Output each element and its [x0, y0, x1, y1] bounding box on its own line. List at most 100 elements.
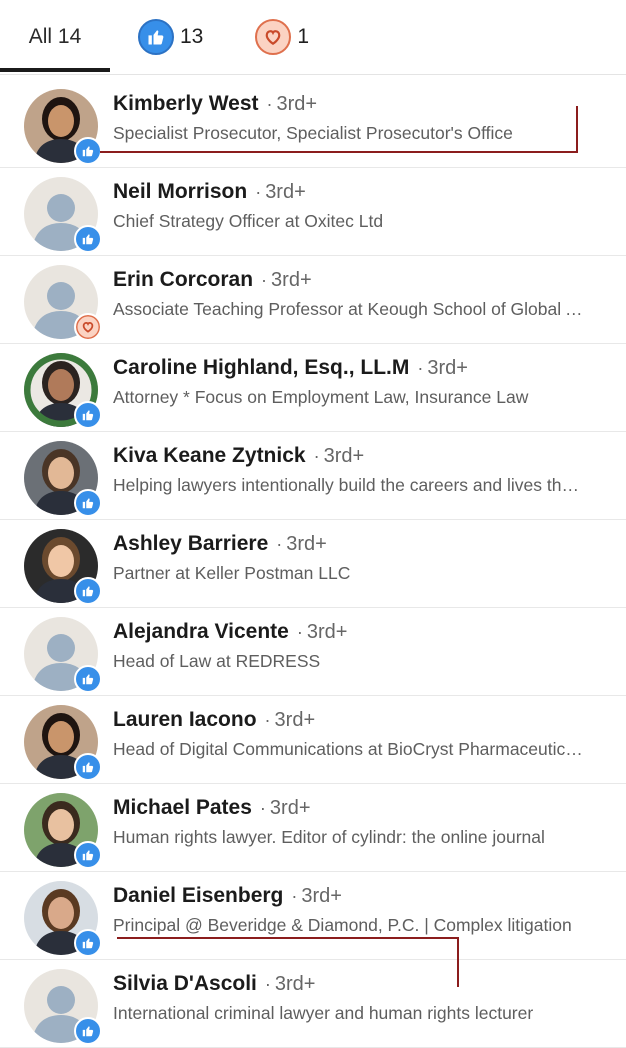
list-item[interactable]: Ashley Barriere · 3rd+ Partner at Keller P…: [0, 520, 626, 608]
person-headline: Specialist Prosecutor, Specialist Prosec…: [113, 123, 513, 143]
connection-degree: 3rd+: [323, 445, 365, 467]
connection-degree: 3rd+: [274, 709, 316, 731]
thumbs-up-icon: [74, 137, 102, 165]
tab-like[interactable]: 13: [138, 0, 203, 74]
avatar-container[interactable]: [24, 265, 102, 341]
connection-degree: 3rd+: [286, 533, 327, 555]
tab-all[interactable]: All 14: [0, 0, 110, 74]
thumbs-up-icon: [74, 401, 102, 429]
thumbs-up-icon: [74, 225, 102, 253]
thumbs-up-icon: [74, 489, 102, 517]
list-item[interactable]: Erin Corcoran · 3rd+ Associate Teaching Pr…: [0, 256, 626, 344]
list-item[interactable]: Kiva Keane Zytnick · 3rd+ Helping lawyers …: [0, 432, 626, 520]
separator-dot: ·: [291, 886, 298, 906]
tab-love-count: 1: [297, 25, 310, 48]
list-item[interactable]: Lauren Iacono · 3rd+ Head of Digital Commu…: [0, 696, 626, 784]
annotation-line: [117, 937, 459, 939]
annotation-line: [457, 937, 459, 987]
person-name[interactable]: Lauren Iacono: [113, 708, 257, 731]
person-headline: Partner at Keller Postman LLC: [113, 563, 351, 583]
annotation-line: [100, 151, 578, 153]
connection-degree: 3rd+: [269, 797, 311, 819]
name-line: Neil Morrison · 3rd+: [113, 180, 306, 204]
separator-dot: ·: [255, 182, 262, 202]
avatar-container[interactable]: [24, 441, 102, 517]
name-line: Silvia D'Ascoli · 3rd+: [113, 972, 315, 996]
person-name[interactable]: Kimberly West: [113, 92, 259, 115]
thumbs-up-icon: [74, 665, 102, 693]
person-headline: Principal @ Beveridge & Diamond, P.C. | …: [113, 915, 572, 935]
person-name[interactable]: Silvia D'Ascoli: [113, 972, 257, 995]
list-item[interactable]: Michael Pates · 3rd+ Human rights lawyer. …: [0, 784, 626, 872]
person-name[interactable]: Caroline Highland, Esq., LL.M: [113, 356, 409, 379]
person-name[interactable]: Daniel Eisenberg: [113, 884, 283, 907]
connection-degree: 3rd+: [306, 621, 348, 643]
name-line: Kimberly West · 3rd+: [113, 92, 317, 116]
separator-dot: ·: [276, 534, 283, 554]
avatar-container[interactable]: [24, 793, 102, 869]
connection-degree: 3rd+: [271, 269, 312, 291]
list-item[interactable]: Caroline Highland, Esq., LL.M · 3rd+ Attor…: [0, 344, 626, 432]
name-line: Kiva Keane Zytnick · 3rd+: [113, 444, 364, 468]
reactor-list: Kimberly West · 3rd+ Specialist Prosecutor…: [0, 80, 626, 1048]
tab-love[interactable]: 1: [255, 0, 309, 74]
list-item[interactable]: Kimberly West · 3rd+ Specialist Prosecutor…: [0, 80, 626, 168]
tab-like-count: 13: [180, 25, 204, 48]
heart-icon: [255, 19, 292, 55]
person-name[interactable]: Michael Pates: [113, 796, 252, 819]
thumbs-up-icon: [138, 19, 174, 55]
avatar-container[interactable]: [24, 353, 102, 429]
thumbs-up-icon: [74, 1017, 102, 1045]
avatar-container[interactable]: [24, 705, 102, 781]
person-headline: Helping lawyers intentionally build the …: [113, 475, 583, 495]
connection-degree: 3rd+: [265, 181, 306, 203]
avatar-container[interactable]: [24, 177, 102, 253]
name-line: Daniel Eisenberg · 3rd+: [113, 884, 342, 908]
thumbs-up-icon: [74, 841, 102, 869]
separator-dot: ·: [264, 710, 271, 730]
avatar-container[interactable]: [24, 617, 102, 693]
person-headline: International criminal lawyer and human …: [113, 1003, 534, 1023]
list-item[interactable]: Neil Morrison · 3rd+ Chief Strategy Office…: [0, 168, 626, 256]
avatar-container[interactable]: [24, 881, 102, 957]
person-name[interactable]: Kiva Keane Zytnick: [113, 444, 306, 467]
thumbs-up-icon: [74, 577, 102, 605]
avatar-container[interactable]: [24, 89, 102, 165]
avatar-container[interactable]: [24, 529, 102, 605]
name-line: Michael Pates · 3rd+: [113, 796, 311, 820]
separator-dot: ·: [261, 270, 268, 290]
list-item[interactable]: Alejandra Vicente · 3rd+ Head of Law at RE…: [0, 608, 626, 696]
person-name[interactable]: Erin Corcoran: [113, 268, 253, 291]
annotation-line: [576, 106, 578, 153]
thumbs-up-icon: [74, 929, 102, 957]
avatar-container[interactable]: [24, 969, 102, 1045]
name-line: Lauren Iacono · 3rd+: [113, 708, 315, 732]
person-headline: Human rights lawyer. Editor of cylindr: …: [113, 827, 545, 847]
list-item[interactable]: Daniel Eisenberg · 3rd+ Principal @ Beveri…: [0, 872, 626, 960]
separator-dot: ·: [417, 358, 424, 378]
person-headline: Attorney * Focus on Employment Law, Insu…: [113, 387, 529, 407]
connection-degree: 3rd+: [274, 973, 316, 995]
person-headline: Head of Digital Communications at BioCry…: [113, 739, 583, 759]
thumbs-up-icon: [74, 753, 102, 781]
list-item[interactable]: Silvia D'Ascoli · 3rd+ International crimi…: [0, 960, 626, 1048]
reaction-tabs: All 14 13 1: [0, 0, 626, 75]
person-name[interactable]: Ashley Barriere: [113, 532, 268, 555]
connection-degree: 3rd+: [276, 93, 318, 115]
separator-dot: ·: [296, 622, 303, 642]
person-name[interactable]: Alejandra Vicente: [113, 620, 289, 643]
separator-dot: ·: [259, 798, 266, 818]
name-line: Caroline Highland, Esq., LL.M · 3rd+: [113, 356, 468, 380]
separator-dot: ·: [313, 446, 320, 466]
name-line: Alejandra Vicente · 3rd+: [113, 620, 347, 644]
heart-icon: [74, 313, 102, 341]
tab-all-label: All 14: [28, 25, 82, 48]
connection-degree: 3rd+: [427, 357, 468, 379]
name-line: Erin Corcoran · 3rd+: [113, 268, 312, 292]
person-headline: Head of Law at REDRESS: [113, 651, 321, 671]
person-name[interactable]: Neil Morrison: [113, 180, 247, 203]
separator-dot: ·: [264, 974, 271, 994]
name-line: Ashley Barriere · 3rd+: [113, 532, 327, 556]
separator-dot: ·: [266, 94, 273, 114]
connection-degree: 3rd+: [301, 885, 342, 907]
